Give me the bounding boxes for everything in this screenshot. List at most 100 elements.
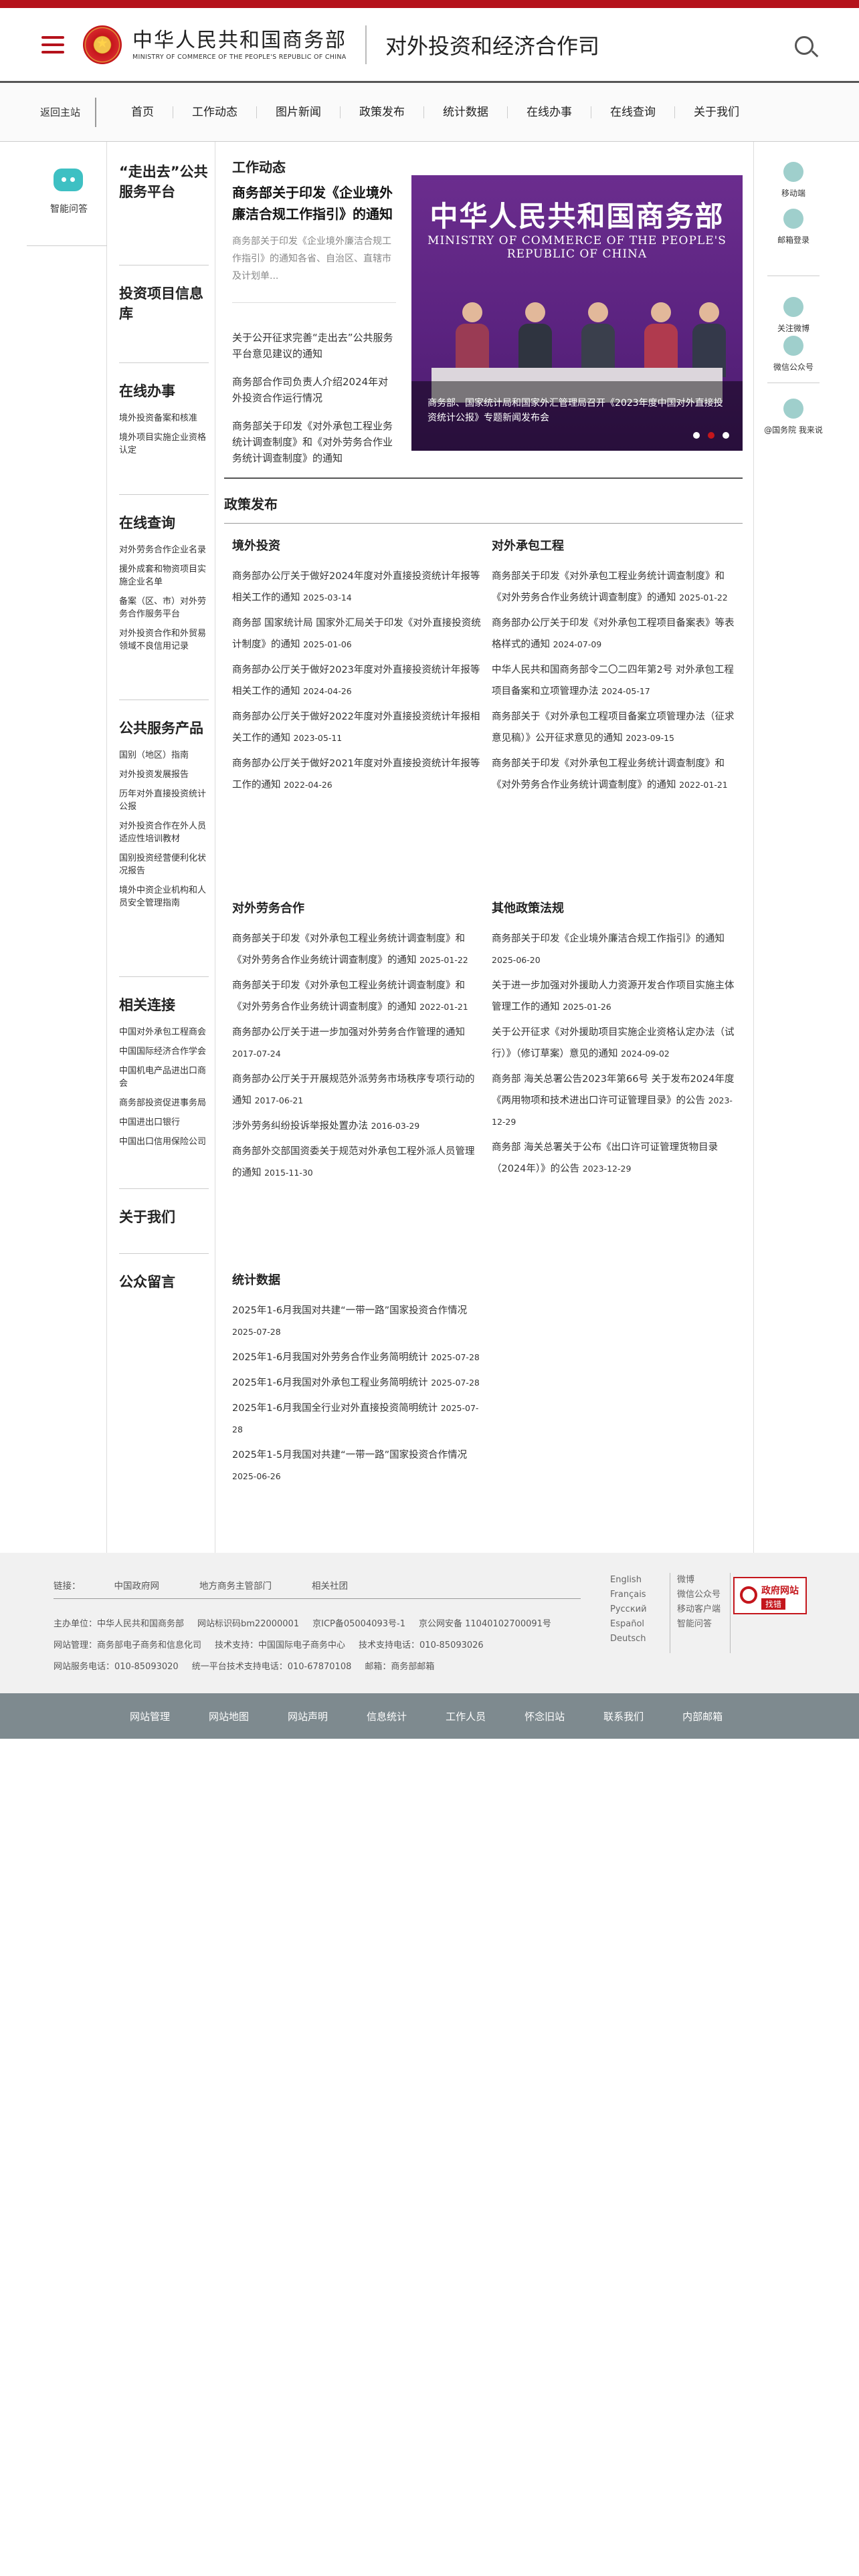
carousel-dot[interactable] [693,432,700,439]
nav-item[interactable]: 统计数据 [424,106,508,118]
policy-item-title[interactable]: 2025年1-6月我国对外承包工程业务简明统计 [232,1378,428,1388]
news-section-title[interactable]: 工作动态 [232,156,286,176]
policy-item-title[interactable]: 商务部办公厅关于做好2024年度对外直接投资统计年报等相关工作的通知 [232,571,480,603]
side-link[interactable]: 国别（地区）指南 [119,749,209,762]
policy-item[interactable]: 中华人民共和国商务部令二〇二四年第2号 对外承包工程项目备案和立项管理办法 20… [492,659,743,702]
news-item[interactable]: 关于公开征求完善“走出去”公共服务平台意见建议的通知 [232,330,396,362]
bottom-link[interactable]: 怀念旧站 [524,1709,565,1723]
footer-link[interactable]: 地方商务主管部门 [199,1578,272,1592]
policy-item[interactable]: 2025年1-6月我国对外承包工程业务简明统计 2025-07-28 [232,1372,483,1394]
nav-item[interactable]: 关于我们 [675,106,758,118]
nav-item[interactable]: 政策发布 [341,106,425,118]
nav-item[interactable]: 在线查询 [591,106,676,118]
side-link[interactable]: 援外成套和物资项目实施企业名单 [119,563,209,588]
side-link[interactable]: 国别投资经营便利化状况报告 [119,852,209,877]
social-link[interactable]: 智能问答 [677,1617,730,1632]
policy-item[interactable]: 商务部关于印发《对外承包工程业务统计调查制度》和《对外劳务合作业务统计调查制度》… [492,753,743,796]
nav-item[interactable]: 首页 [112,106,174,118]
side-group-title[interactable]: 在线办事 [119,381,209,401]
language-link[interactable]: Deutsch [610,1632,670,1646]
footer-link[interactable]: 中国政府网 [114,1578,160,1592]
ministry-logo[interactable]: 中华人民共和国商务部 MINISTRY OF COMMERCE OF THE P… [132,28,347,61]
policy-item-title[interactable]: 商务部关于《对外承包工程项目备案立项管理办法（征求意见稿）》公开征求意见的通知 [492,712,735,744]
social-link[interactable]: 微信公众号 [677,1588,730,1602]
side-link[interactable]: 中国出口信用保险公司 [119,1136,209,1148]
nav-item[interactable]: 工作动态 [173,106,258,118]
policy-item-title[interactable]: 商务部办公厅关于做好2021年度对外直接投资统计年报等工作的通知 [232,758,480,790]
side-link[interactable]: 中国机电产品进出口商会 [119,1065,209,1090]
policy-column-title[interactable]: 对外劳务合作 [232,899,483,916]
policy-item-title[interactable]: 2025年1-6月我国全行业对外直接投资简明统计 [232,1403,438,1414]
side-link[interactable]: 历年对外直接投资统计公报 [119,788,209,813]
assistant-label[interactable]: 智能问答 [39,202,99,215]
policy-column-title[interactable]: 对外承包工程 [492,536,743,554]
policy-item[interactable]: 2025年1-5月我国对共建“一带一路”国家投资合作情况 2025-06-26 [232,1444,483,1487]
back-to-main-site-link[interactable]: 返回主站 [40,97,97,127]
policy-item[interactable]: 关于公开征求《对外援助项目实施企业资格认定办法（试行）》（修订草案）意见的通知 … [492,1022,743,1065]
policy-item[interactable]: 商务部办公厅关于做好2024年度对外直接投资统计年报等相关工作的通知 2025-… [232,566,483,609]
policy-item[interactable]: 关于进一步加强对外援助人力资源开发合作项目实施主体管理工作的通知 2025-01… [492,975,743,1018]
bottom-link[interactable]: 网站管理 [130,1709,170,1723]
side-link[interactable]: 商务部投资促进事务局 [119,1097,209,1109]
side-link[interactable]: 中国国际经济合作学会 [119,1045,209,1058]
policy-item[interactable]: 商务部办公厅关于开展规范外派劳务市场秩序专项行动的通知 2017-06-21 [232,1069,483,1111]
policy-item[interactable]: 商务部关于印发《对外承包工程业务统计调查制度》和《对外劳务合作业务统计调查制度》… [492,566,743,609]
policy-item-title[interactable]: 商务部关于印发《企业境外廉洁合规工作指引》的通知 [492,934,725,944]
photo-news-banner[interactable]: 中华人民共和国商务部 MINISTRY OF COMMERCE OF THE P… [411,175,743,451]
policy-item-title[interactable]: 2025年1-5月我国对共建“一带一路”国家投资合作情况 [232,1450,467,1461]
policy-item-title[interactable]: 商务部办公厅关于进一步加强对外劳务合作管理的通知 [232,1027,465,1038]
policy-item[interactable]: 商务部 国家统计局 国家外汇局关于印发《对外直接投资统计制度》的通知 2025-… [232,613,483,655]
side-group-title[interactable]: 公众留言 [119,1272,209,1292]
policy-item-title[interactable]: 2025年1-6月我国对共建“一带一路”国家投资合作情况 [232,1305,467,1316]
policy-section-title[interactable]: 政策发布 [224,494,743,513]
policy-item[interactable]: 商务部关于印发《对外承包工程业务统计调查制度》和《对外劳务合作业务统计调查制度》… [232,975,483,1018]
policy-item[interactable]: 商务部关于印发《对外承包工程业务统计调查制度》和《对外劳务合作业务统计调查制度》… [232,928,483,971]
bottom-link[interactable]: 网站声明 [288,1709,328,1723]
side-group-title[interactable]: “走出去”公共服务平台 [119,162,209,202]
side-link[interactable]: 境外中资企业机构和人员安全管理指南 [119,884,209,909]
feature-news-title[interactable]: 商务部关于印发《企业境外廉洁合规工作指引》的通知 [232,182,396,225]
right-item[interactable]: 邮箱登录 [754,209,833,245]
policy-item[interactable]: 商务部外交部国资委关于规范对外承包工程外派人员管理的通知 2015-11-30 [232,1141,483,1184]
right-item[interactable]: 关注微博 [754,297,833,334]
side-link[interactable]: 对外投资合作在外人员适应性培训教材 [119,820,209,845]
footer-link[interactable]: 相关社团 [312,1578,348,1592]
policy-item-title[interactable]: 商务部办公厅关于做好2023年度对外直接投资统计年报等相关工作的通知 [232,665,480,697]
right-item[interactable]: 移动端 [754,162,833,199]
side-group-title[interactable]: 在线查询 [119,513,209,533]
policy-item-title[interactable]: 商务部办公厅关于印发《对外承包工程项目备案表》等表格样式的通知 [492,618,735,650]
policy-item[interactable]: 商务部办公厅关于做好2023年度对外直接投资统计年报等相关工作的通知 2024-… [232,659,483,702]
social-link[interactable]: 微博 [677,1573,730,1588]
news-item[interactable]: 商务部合作司负责人介绍2024年对外投资合作运行情况 [232,374,396,406]
policy-item-title[interactable]: 商务部 国家统计局 国家外汇局关于印发《对外直接投资统计制度》的通知 [232,618,481,650]
side-group-title[interactable]: 投资项目信息库 [119,284,209,324]
banner-caption-text[interactable]: 商务部、国家统计局和国家外汇管理局召开《2023年度中国对外直接投资统计公报》专… [427,396,725,425]
policy-item-title[interactable]: 商务部办公厅关于做好2022年度对外直接投资统计年报相关工作的通知 [232,712,480,744]
language-link[interactable]: English [610,1573,670,1588]
side-link[interactable]: 对外劳务合作企业名录 [119,544,209,556]
policy-column-title[interactable]: 其他政策法规 [492,899,743,916]
side-link[interactable]: 中国进出口银行 [119,1116,209,1129]
social-link[interactable]: 移动客户端 [677,1602,730,1617]
policy-item[interactable]: 2025年1-6月我国全行业对外直接投资简明统计 2025-07-28 [232,1398,483,1440]
policy-item-title[interactable]: 涉外劳务纠纷投诉举报处置办法 [232,1121,368,1132]
side-group-title[interactable]: 关于我们 [119,1207,209,1227]
news-item[interactable]: 商务部关于印发《对外承包工程业务统计调查制度》和《对外劳务合作业务统计调查制度》… [232,418,396,466]
side-link[interactable]: 中国对外承包工程商会 [119,1026,209,1039]
side-link[interactable]: 境外投资备案和核准 [119,412,209,425]
policy-item[interactable]: 商务部 海关总署公告2023年第66号 关于发布2024年度《两用物项和技术进出… [492,1069,743,1133]
gov-site-error-report-badge[interactable]: 政府网站 找错 [733,1577,807,1614]
bottom-link[interactable]: 信息统计 [367,1709,407,1723]
policy-item[interactable]: 商务部办公厅关于做好2021年度对外直接投资统计年报等工作的通知 2022-04… [232,753,483,796]
policy-item-title[interactable]: 关于进一步加强对外援助人力资源开发合作项目实施主体管理工作的通知 [492,980,735,1012]
policy-item[interactable]: 2025年1-6月我国对外劳务合作业务简明统计 2025-07-28 [232,1347,483,1368]
bottom-link[interactable]: 联系我们 [603,1709,644,1723]
right-item[interactable]: @国务院 我来说 [754,399,833,435]
language-link[interactable]: Русский [610,1602,670,1617]
nav-item[interactable]: 图片新闻 [257,106,341,118]
policy-item-title[interactable]: 关于公开征求《对外援助项目实施企业资格认定办法（试行）》（修订草案）意见的通知 [492,1027,735,1059]
policy-item-title[interactable]: 2025年1-6月我国对外劳务合作业务简明统计 [232,1352,428,1363]
side-group-title[interactable]: 相关连接 [119,995,209,1015]
policy-item[interactable]: 商务部 海关总署关于公布《出口许可证管理货物目录（2024年）》的公告 2023… [492,1137,743,1180]
policy-item[interactable]: 商务部办公厅关于进一步加强对外劳务合作管理的通知 2017-07-24 [232,1022,483,1065]
